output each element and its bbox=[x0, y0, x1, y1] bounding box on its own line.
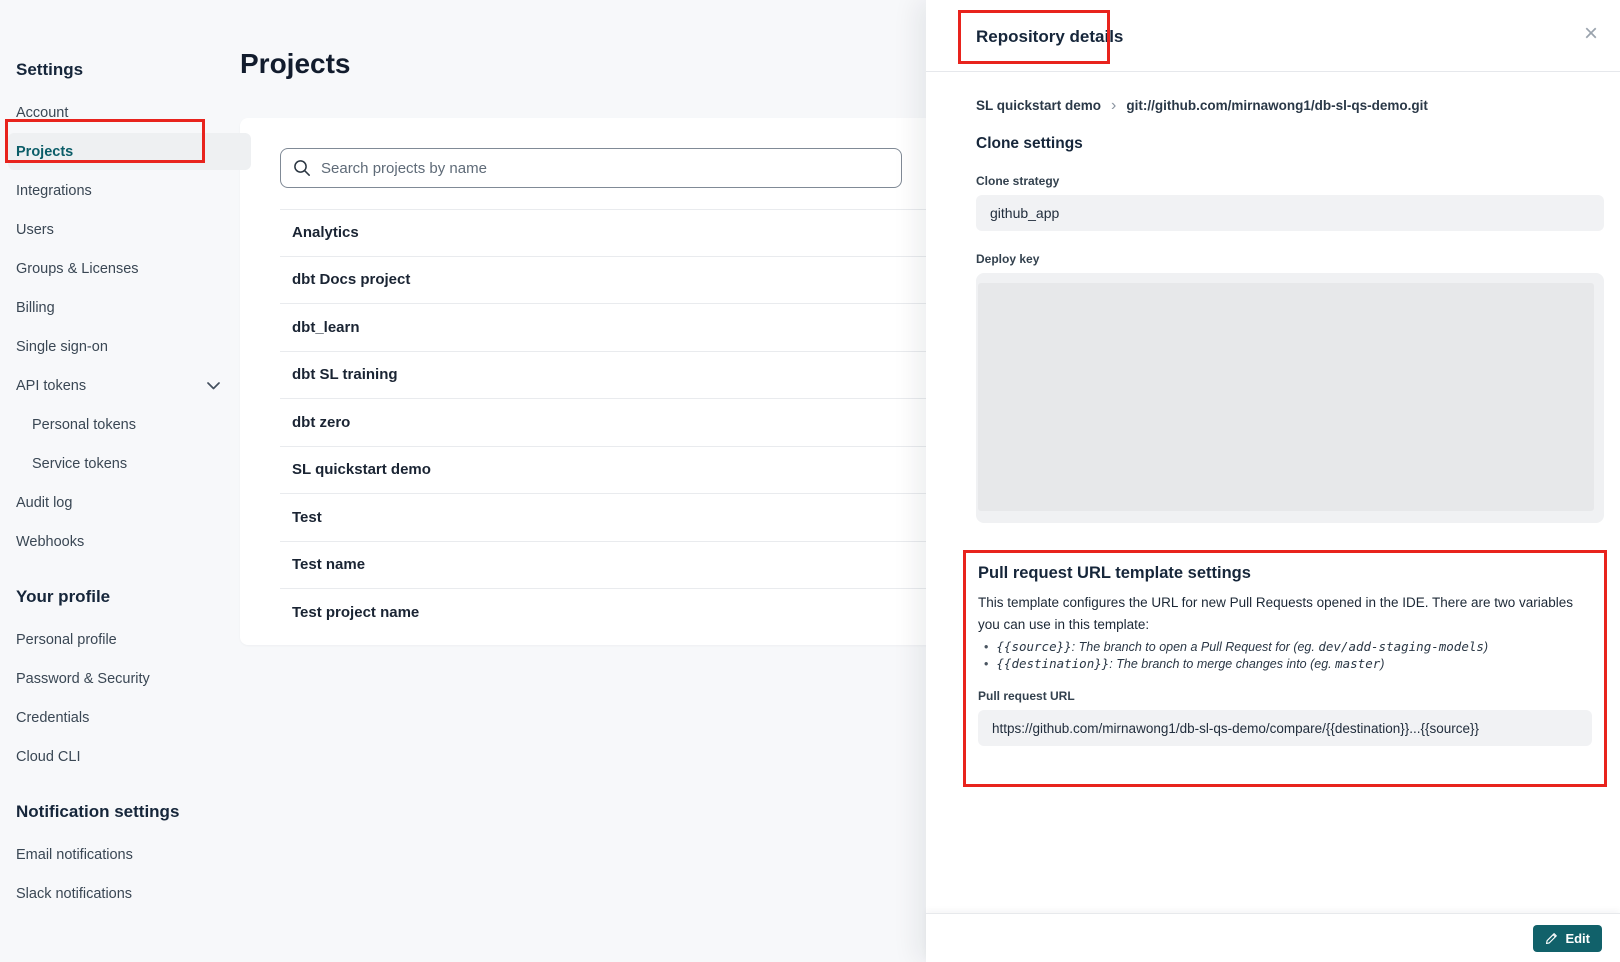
breadcrumb: SL quickstart demo › git://github.com/mi… bbox=[976, 98, 1604, 113]
sidebar-item-api-tokens[interactable]: API tokens bbox=[16, 366, 236, 405]
clone-settings-heading: Clone settings bbox=[976, 135, 1604, 153]
deploy-key-redacted-content bbox=[978, 283, 1594, 511]
settings-sidebar: Settings Account Projects Integrations U… bbox=[0, 0, 236, 962]
profile-nav: Personal profile Password & Security Cre… bbox=[16, 620, 236, 776]
sidebar-item-credentials[interactable]: Credentials bbox=[16, 698, 236, 737]
edit-button[interactable]: Edit bbox=[1533, 925, 1602, 952]
sidebar-item-projects[interactable]: Projects bbox=[16, 132, 236, 171]
search-icon bbox=[293, 159, 311, 182]
sidebar-your-profile-heading: Your profile bbox=[16, 582, 236, 612]
panel-body: SL quickstart demo › git://github.com/mi… bbox=[926, 98, 1620, 787]
sidebar-item-email-notifications[interactable]: Email notifications bbox=[16, 835, 236, 874]
notification-nav: Email notifications Slack notifications bbox=[16, 835, 236, 913]
breadcrumb-separator-icon: › bbox=[1111, 100, 1116, 112]
sidebar-item-single-sign-on[interactable]: Single sign-on bbox=[16, 327, 236, 366]
settings-nav: Account Projects Integrations Users Grou… bbox=[16, 93, 236, 561]
deploy-key-label: Deploy key bbox=[976, 252, 1604, 266]
sidebar-item-personal-tokens[interactable]: Personal tokens bbox=[16, 405, 236, 444]
search-input[interactable] bbox=[280, 148, 902, 188]
panel-title: Repository details bbox=[976, 27, 1123, 47]
pull-request-url-label: Pull request URL bbox=[978, 689, 1592, 703]
chevron-down-icon bbox=[207, 382, 220, 390]
clone-strategy-label: Clone strategy bbox=[976, 174, 1604, 188]
close-icon[interactable]: × bbox=[1584, 22, 1598, 46]
sidebar-item-service-tokens[interactable]: Service tokens bbox=[16, 444, 236, 483]
deploy-key-field bbox=[976, 273, 1604, 523]
project-search bbox=[280, 148, 902, 188]
sidebar-item-webhooks[interactable]: Webhooks bbox=[16, 522, 236, 561]
sidebar-item-cloud-cli[interactable]: Cloud CLI bbox=[16, 737, 236, 776]
panel-header: Repository details × bbox=[926, 0, 1620, 72]
sidebar-notification-settings-heading: Notification settings bbox=[16, 797, 236, 827]
pr-template-variables-list: •{{source}}: The branch to open a Pull R… bbox=[978, 639, 1592, 672]
annotation-box-pr-template-section: Pull request URL template settings This … bbox=[963, 550, 1607, 787]
pencil-icon bbox=[1545, 932, 1558, 945]
sidebar-item-users[interactable]: Users bbox=[16, 210, 236, 249]
pull-request-url-field[interactable]: https://github.com/mirnawong1/db-sl-qs-d… bbox=[978, 710, 1592, 746]
pr-variable-source: •{{source}}: The branch to open a Pull R… bbox=[978, 639, 1592, 656]
sidebar-item-password-security[interactable]: Password & Security bbox=[16, 659, 236, 698]
panel-footer: Edit bbox=[926, 913, 1620, 962]
clone-strategy-field[interactable]: github_app bbox=[976, 195, 1604, 231]
sidebar-item-groups-licenses[interactable]: Groups & Licenses bbox=[16, 249, 236, 288]
breadcrumb-project[interactable]: SL quickstart demo bbox=[976, 98, 1101, 113]
sidebar-item-personal-profile[interactable]: Personal profile bbox=[16, 620, 236, 659]
sidebar-item-account[interactable]: Account bbox=[16, 93, 236, 132]
pr-variable-destination: •{{destination}}: The branch to merge ch… bbox=[978, 656, 1592, 673]
bullet-icon: • bbox=[984, 657, 988, 671]
sidebar-item-billing[interactable]: Billing bbox=[16, 288, 236, 327]
sidebar-item-slack-notifications[interactable]: Slack notifications bbox=[16, 874, 236, 913]
sidebar-item-integrations[interactable]: Integrations bbox=[16, 171, 236, 210]
sidebar-item-audit-log[interactable]: Audit log bbox=[16, 483, 236, 522]
sidebar-settings-heading: Settings bbox=[16, 55, 236, 85]
bullet-icon: • bbox=[984, 640, 988, 654]
pr-template-heading: Pull request URL template settings bbox=[978, 564, 1592, 583]
page-title: Projects bbox=[240, 48, 351, 80]
pr-template-description: This template configures the URL for new… bbox=[978, 592, 1578, 635]
repository-details-panel: Repository details × SL quickstart demo … bbox=[926, 0, 1620, 962]
breadcrumb-repo-url: git://github.com/mirnawong1/db-sl-qs-dem… bbox=[1126, 98, 1427, 113]
